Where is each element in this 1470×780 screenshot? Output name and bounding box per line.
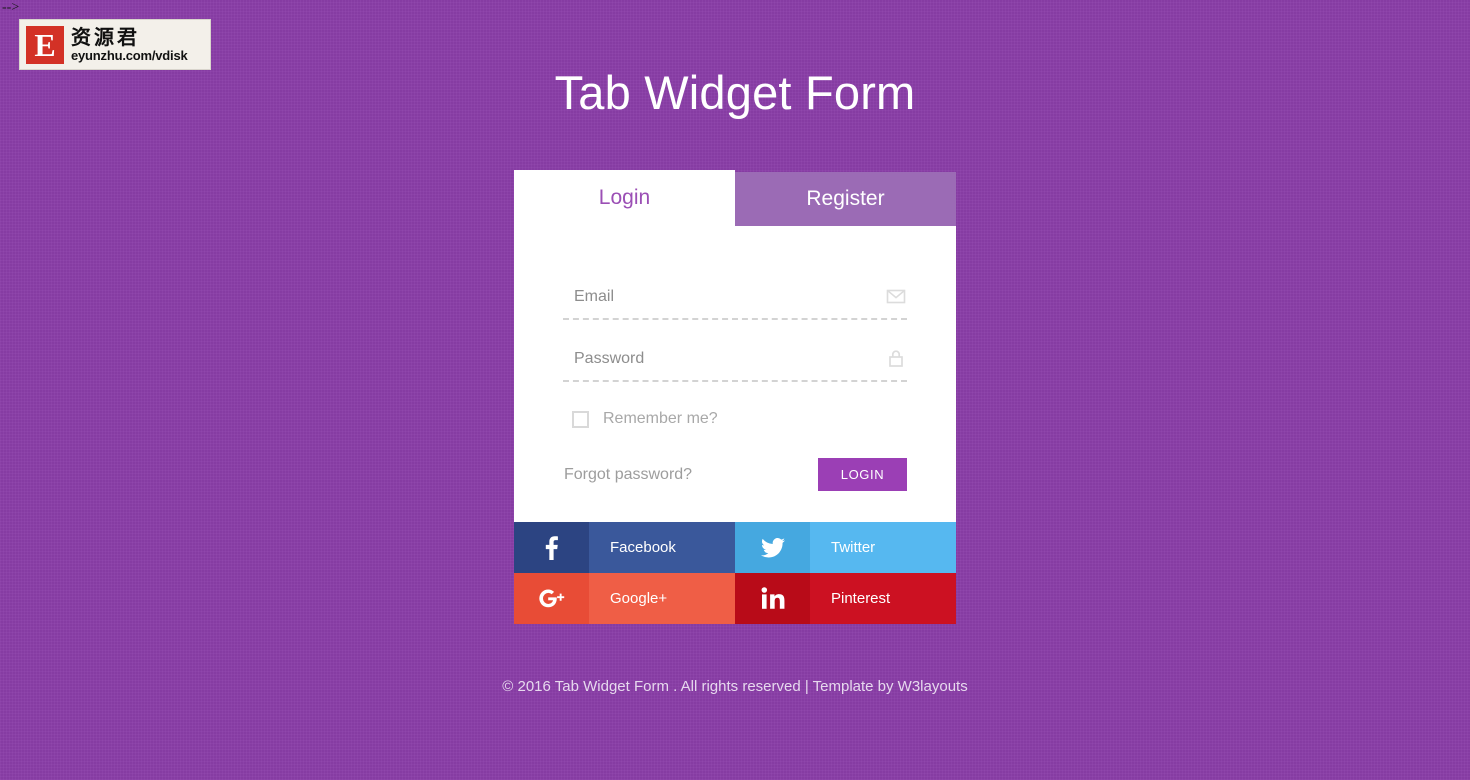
- page-title: Tab Widget Form: [554, 66, 916, 119]
- social-label-twitter: Twitter: [831, 539, 876, 556]
- form-actions: Forgot password? LOGIN: [563, 458, 907, 491]
- tab-register[interactable]: Register: [735, 172, 956, 226]
- password-input[interactable]: [563, 338, 907, 380]
- social-button-facebook[interactable]: Facebook: [514, 522, 735, 573]
- login-submit-button[interactable]: LOGIN: [818, 458, 907, 491]
- remember-me-label[interactable]: Remember me?: [603, 410, 718, 428]
- footer-copyright: © 2016 Tab Widget Form . All rights rese…: [502, 678, 968, 695]
- password-field-wrapper: [563, 338, 907, 382]
- social-label-pinterest: Pinterest: [831, 590, 891, 607]
- social-label-facebook: Facebook: [610, 539, 676, 556]
- social-login-grid: Facebook Twitter Google+ Pinterest: [514, 522, 956, 624]
- watermark-url: eyunzhu.com/vdisk: [71, 48, 188, 63]
- email-field-wrapper: [563, 276, 907, 320]
- facebook-icon: [514, 522, 589, 573]
- twitter-icon: [735, 522, 810, 573]
- watermark-chinese-name: 资源君: [71, 25, 140, 49]
- tab-bar: Login Register: [514, 170, 956, 226]
- social-label-google-plus: Google+: [610, 590, 668, 607]
- watermark-logo-letter: E: [34, 26, 56, 63]
- tab-login[interactable]: Login: [514, 170, 735, 226]
- social-button-pinterest[interactable]: Pinterest: [735, 573, 956, 624]
- remember-me-row: Remember me?: [563, 410, 907, 428]
- forgot-password-link[interactable]: Forgot password?: [563, 466, 692, 484]
- email-input[interactable]: [563, 276, 907, 318]
- linkedin-icon: [735, 573, 810, 624]
- social-button-twitter[interactable]: Twitter: [735, 522, 956, 573]
- login-panel: Remember me? Forgot password? LOGIN: [514, 226, 956, 522]
- watermark-text: 资源君 eyunzhu.com/vdisk: [71, 26, 188, 63]
- google-plus-icon: [514, 573, 589, 624]
- watermark-logo-icon: E: [26, 25, 64, 64]
- social-button-google-plus[interactable]: Google+: [514, 573, 735, 624]
- html-comment-artifact: -->: [2, 0, 20, 15]
- tab-widget-card: Login Register Remember me: [514, 170, 956, 624]
- remember-me-checkbox[interactable]: [572, 410, 589, 428]
